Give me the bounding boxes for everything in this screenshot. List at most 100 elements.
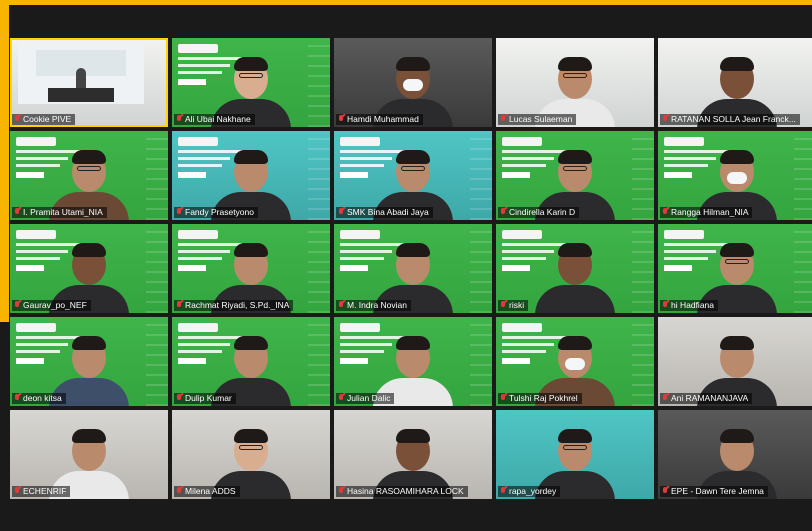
background-pattern xyxy=(794,224,812,313)
participant-hair xyxy=(558,336,592,350)
participant-name-tag: Ani RAMANANJAVA xyxy=(660,393,753,404)
participant-hair xyxy=(558,57,592,71)
participant-hair xyxy=(234,243,268,257)
slide-chip xyxy=(16,358,44,364)
participant-name-tag: Milena ADDS xyxy=(174,486,240,497)
mic-muted-icon xyxy=(500,115,506,124)
slide-logo xyxy=(502,323,542,332)
participant-tile[interactable]: Dulip Kumar xyxy=(172,317,330,406)
participant-name-tag: Hasina RASOAMIHARA LOCK xyxy=(336,486,468,497)
mic-muted-icon xyxy=(14,115,20,124)
background-pattern xyxy=(308,38,330,127)
participant-name-tag: Cookie PIVE xyxy=(12,114,76,125)
participant-tile[interactable]: rapa_yordey xyxy=(496,410,654,499)
slide-chip xyxy=(178,265,206,271)
mic-muted-icon xyxy=(176,208,182,217)
participant-name: ECHENRIF xyxy=(23,486,67,496)
stage-desk xyxy=(48,88,114,102)
participant-name: Milena ADDS xyxy=(185,486,236,496)
slide-chip xyxy=(502,265,530,271)
participant-tile[interactable]: RATANAN SOLLA Jean Franck... xyxy=(658,38,812,127)
face-mask xyxy=(727,172,747,184)
participant-name: Cookie PIVE xyxy=(23,114,72,124)
slide-logo xyxy=(178,323,218,332)
participant-name: Gaurav_po_NEF xyxy=(23,300,87,310)
participant-hair xyxy=(396,336,430,350)
glasses xyxy=(239,73,263,78)
participant-tile[interactable]: Hasina RASOAMIHARA LOCK xyxy=(334,410,492,499)
participant-name: Hamdi Muhammad xyxy=(347,114,419,124)
mic-muted-icon xyxy=(176,301,182,310)
slide-logo xyxy=(340,230,380,239)
mic-muted-icon xyxy=(14,208,20,217)
participant-tile[interactable]: Gaurav_po_NEF xyxy=(10,224,168,313)
participant-name-tag: ECHENRIF xyxy=(12,486,71,497)
participant-name-tag: Hamdi Muhammad xyxy=(336,114,423,125)
participant-name: Rangga Hilman_NIA xyxy=(671,207,749,217)
participant-tile[interactable]: hi Hadfiana xyxy=(658,224,812,313)
slide-chip xyxy=(178,79,206,85)
slide-chip xyxy=(340,172,368,178)
participant-name-tag: Dulip Kumar xyxy=(174,393,236,404)
participant-hair xyxy=(558,150,592,164)
mic-muted-icon xyxy=(176,394,182,403)
participant-tile[interactable]: Rachmat Riyadi, S.Pd._INA xyxy=(172,224,330,313)
mic-muted-icon xyxy=(500,301,506,310)
background-pattern xyxy=(146,131,168,220)
participant-hair xyxy=(234,57,268,71)
participant-name: RATANAN SOLLA Jean Franck... xyxy=(671,114,796,124)
glasses xyxy=(563,166,587,171)
participant-tile[interactable]: ECHENRIF xyxy=(10,410,168,499)
participant-tile[interactable]: M. Indra Novian xyxy=(334,224,492,313)
slide-logo xyxy=(178,230,218,239)
participant-tile[interactable]: Hamdi Muhammad xyxy=(334,38,492,127)
participant-name-tag: Gaurav_po_NEF xyxy=(12,300,91,311)
participant-tile[interactable]: Tulshi Raj Pokhrel xyxy=(496,317,654,406)
participant-tile[interactable]: EPE - Dawn Tere Jemna xyxy=(658,410,812,499)
participant-hair xyxy=(558,243,592,257)
glasses xyxy=(77,166,101,171)
slide-logo xyxy=(340,137,380,146)
mic-muted-icon xyxy=(176,487,182,496)
participant-tile[interactable]: Lucas Sulaeman xyxy=(496,38,654,127)
slide-logo xyxy=(178,137,218,146)
participant-tile[interactable]: Cindirella Karin D xyxy=(496,131,654,220)
participant-name: Ani RAMANANJAVA xyxy=(671,393,749,403)
participant-hair xyxy=(72,336,106,350)
participant-tile[interactable]: Ani RAMANANJAVA xyxy=(658,317,812,406)
participant-tile[interactable]: Julian Dalic xyxy=(334,317,492,406)
speaker-figure xyxy=(76,68,86,88)
mic-muted-icon xyxy=(662,394,668,403)
participant-tile[interactable]: Milena ADDS xyxy=(172,410,330,499)
participant-name: rapa_yordey xyxy=(509,486,557,496)
participant-tile[interactable]: SMK Bina Abadi Jaya xyxy=(334,131,492,220)
participant-name-tag: Fandy Prasetyono xyxy=(174,207,258,218)
participant-tile[interactable]: Cookie PIVE xyxy=(10,38,168,127)
participant-name-tag: M. Indra Novian xyxy=(336,300,411,311)
participant-tile[interactable]: Rangga Hilman_NIA xyxy=(658,131,812,220)
mic-muted-icon xyxy=(500,487,506,496)
mic-muted-icon xyxy=(662,115,668,124)
background-pattern xyxy=(470,317,492,406)
participant-tile[interactable]: Ali Ubai Nakhane xyxy=(172,38,330,127)
participant-name: Cindirella Karin D xyxy=(509,207,576,217)
background-pattern xyxy=(146,317,168,406)
side-accent-bar xyxy=(0,0,9,322)
participant-name: hi Hadfiana xyxy=(671,300,715,310)
participant-tile[interactable]: Fandy Prasetyono xyxy=(172,131,330,220)
participant-hair xyxy=(72,150,106,164)
top-accent-bar xyxy=(0,0,812,5)
participant-name-tag: EPE - Dawn Tere Jemna xyxy=(660,486,768,497)
participant-tile[interactable]: riski xyxy=(496,224,654,313)
participant-hair xyxy=(720,243,754,257)
glasses xyxy=(563,73,587,78)
mic-muted-icon xyxy=(338,487,344,496)
participant-name-tag: riski xyxy=(498,300,529,311)
slide-chip xyxy=(340,358,368,364)
slide-chip xyxy=(502,358,530,364)
participant-tile[interactable]: deon kitsa xyxy=(10,317,168,406)
participant-name-tag: hi Hadfiana xyxy=(660,300,719,311)
participant-name-tag: I. Pramita Utami_NIA xyxy=(12,207,107,218)
participant-tile[interactable]: I. Pramita Utami_NIA xyxy=(10,131,168,220)
participant-hair xyxy=(720,57,754,71)
